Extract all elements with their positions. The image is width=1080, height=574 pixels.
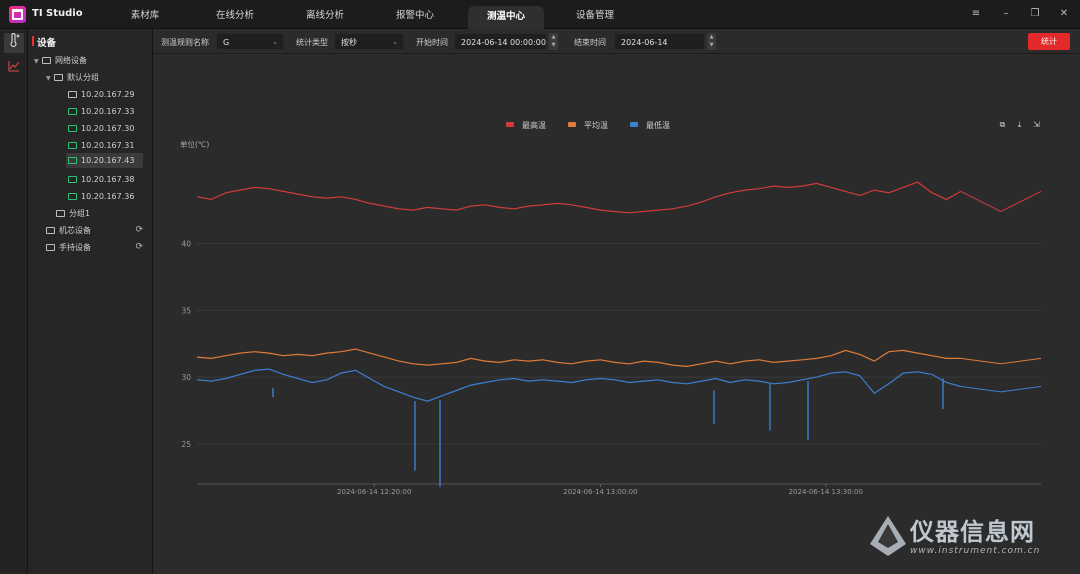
- folder-icon: [56, 210, 65, 217]
- tree-node-network-devices[interactable]: ▼ 网络设备: [34, 53, 148, 68]
- folder-icon: [54, 74, 63, 81]
- start-time-label: 开始时间: [416, 38, 448, 47]
- series-tail: [960, 190, 1042, 213]
- app-logo-icon: [9, 6, 26, 23]
- close-icon[interactable]: ✕: [1057, 7, 1071, 21]
- app-title: TI Studio: [32, 8, 83, 19]
- start-time-spinner[interactable]: ▲ ▼: [549, 33, 558, 50]
- thermometer-icon[interactable]: [4, 33, 24, 53]
- tree-node-handheld-devices[interactable]: 手持设备 ⟳: [46, 240, 143, 255]
- watermark-logo-icon: [870, 516, 906, 556]
- stat-type-select[interactable]: 按秒 ⌄: [334, 33, 404, 50]
- camera-icon: [68, 108, 77, 115]
- series-tail: [960, 385, 1042, 393]
- tree-node-default-group[interactable]: ▼ 默认分组: [46, 70, 148, 85]
- camera-icon: [68, 193, 77, 200]
- end-time-label: 结束时间: [574, 38, 606, 47]
- restore-icon[interactable]: ❐: [1028, 7, 1042, 21]
- y-tick-label: 25: [181, 440, 191, 449]
- tab-device-management[interactable]: 设备管理: [562, 6, 628, 26]
- query-toolbar: 测温规则名称 G ⌄ 统计类型 按秒 ⌄ 开始时间 2024-06-14 00:00…: [153, 29, 1080, 64]
- device-tree: 设备 ▼ 网络设备 ▼ 默认分组 10.20.167.29 10.20.167.33…: [28, 29, 153, 574]
- camera-icon: [68, 125, 77, 132]
- chevron-down-icon: ⌄: [272, 38, 278, 46]
- y-tick-label: 35: [181, 306, 191, 315]
- tree-node-group1[interactable]: 分组1: [56, 206, 146, 221]
- rule-name-label: 测温规则名称: [161, 38, 209, 47]
- watermark: 仪器信息网 www.instrument.com.cn: [868, 508, 1068, 564]
- tab-offline-analysis[interactable]: 离线分析: [292, 6, 358, 26]
- tree-device-item-selected[interactable]: 10.20.167.43: [66, 153, 143, 168]
- series-line: [196, 348, 961, 368]
- chevron-down-icon[interactable]: ▼: [34, 54, 42, 69]
- start-time-input[interactable]: 2024-06-14 00:00:00: [454, 33, 547, 50]
- statistics-button[interactable]: 统计: [1028, 33, 1070, 50]
- watermark-url: www.instrument.com.cn: [910, 546, 1041, 556]
- tree-device-item[interactable]: 10.20.167.31: [68, 138, 143, 153]
- y-axis-unit-label: 单位(℃): [180, 139, 209, 149]
- tree-device-item[interactable]: 10.20.167.30: [68, 121, 143, 136]
- watermark-text: 仪器信息网: [910, 518, 1035, 546]
- camera-icon: [68, 157, 77, 164]
- tree-title: 设备: [31, 35, 56, 49]
- chevron-down-icon: ⌄: [392, 38, 398, 46]
- series-line: [196, 181, 962, 214]
- end-time-input[interactable]: 2024-06-14 23:59:59: [614, 33, 705, 64]
- refresh-icon[interactable]: ⟳: [135, 240, 143, 255]
- tab-material-library[interactable]: 素材库: [112, 6, 178, 26]
- tree-device-item[interactable]: 10.20.167.38: [68, 172, 143, 187]
- tree-device-item[interactable]: 10.20.167.29: [68, 87, 143, 102]
- camera-icon: [68, 91, 77, 98]
- tree-node-onboard-devices[interactable]: 机芯设备 ⟳: [46, 223, 143, 238]
- tab-temperature-center[interactable]: 测温中心: [468, 6, 544, 29]
- rule-name-select[interactable]: G ⌄: [216, 33, 284, 50]
- x-tick-label: 2024-06-14 12:20:00: [337, 488, 411, 496]
- camera-icon: [68, 176, 77, 183]
- temperature-line-chart: 单位(℃) 25 30 35 40 2024-06-14 12:20:00 2024-06-…: [180, 139, 1042, 496]
- stat-type-label: 统计类型: [296, 38, 328, 47]
- tab-online-analysis[interactable]: 在线分析: [202, 6, 268, 26]
- end-time-spinner[interactable]: ▲ ▼: [707, 33, 716, 50]
- y-tick-label: 30: [181, 373, 191, 382]
- minimize-icon[interactable]: –: [999, 7, 1013, 21]
- chart-panel: 最高温 平均温 最低温 ⧉ ⤓ ⇲ 单位(℃) 25 30 35 40 2024-06-1…: [153, 55, 1080, 574]
- refresh-icon[interactable]: ⟳: [135, 223, 143, 238]
- camera-icon: [68, 142, 77, 149]
- tree-device-item[interactable]: 10.20.167.36: [68, 189, 143, 204]
- folder-icon: [46, 227, 55, 234]
- folder-icon: [46, 244, 55, 251]
- x-tick-label: 2024-06-14 13:00:00: [563, 488, 637, 496]
- menu-icon[interactable]: ≡: [969, 7, 983, 21]
- tree-device-item[interactable]: 10.20.167.33: [68, 104, 143, 119]
- title-bar: TI Studio 素材库 在线分析 离线分析 报警中心 测温中心 设备管理 ≡…: [0, 0, 1080, 29]
- tab-alarm-center[interactable]: 报警中心: [382, 6, 448, 26]
- series-line: [196, 368, 961, 402]
- trend-chart-icon[interactable]: [4, 59, 24, 79]
- x-tick-label: 2024-06-14 13:30:00: [789, 488, 863, 496]
- y-tick-label: 40: [181, 240, 191, 249]
- side-rail: [0, 29, 28, 574]
- folder-icon: [42, 57, 51, 64]
- chevron-down-icon[interactable]: ▼: [46, 71, 54, 86]
- series-tail: [960, 357, 1042, 365]
